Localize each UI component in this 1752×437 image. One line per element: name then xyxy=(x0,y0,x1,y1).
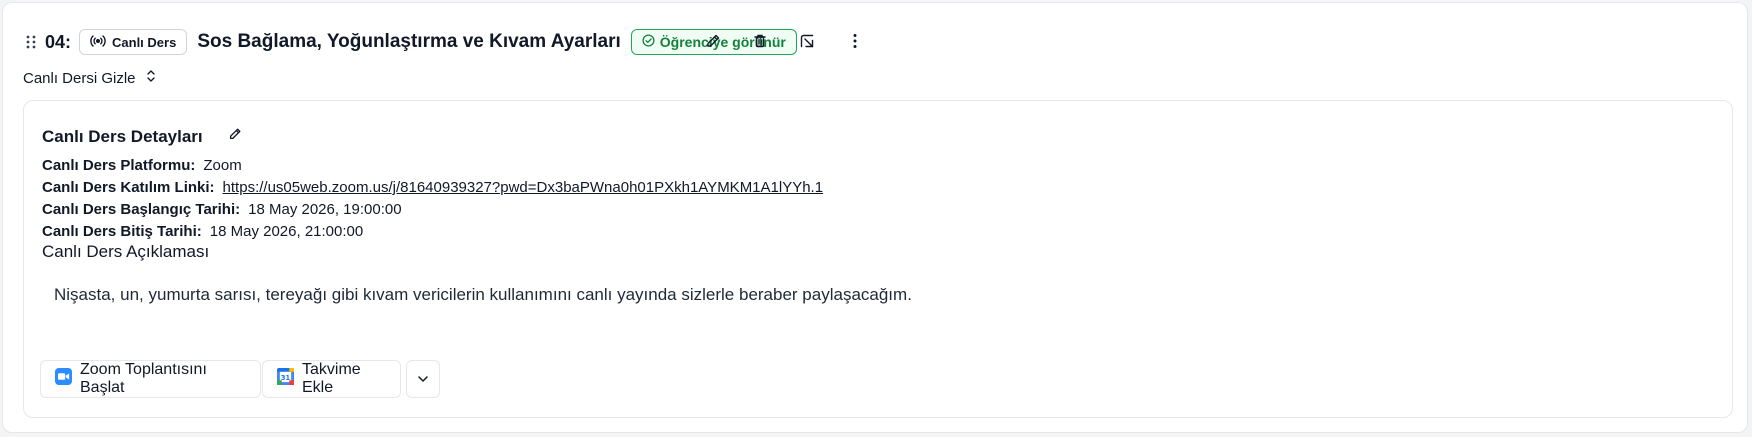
live-lesson-chip: Canlı Ders xyxy=(79,29,188,55)
zoom-icon xyxy=(55,368,72,390)
check-circle-icon xyxy=(642,34,655,50)
more-options-button[interactable] xyxy=(841,29,869,57)
end-date-value: 18 May 2026, 21:00:00 xyxy=(209,223,364,240)
delete-lesson-button[interactable] xyxy=(746,29,774,57)
description-text: Nişasta, un, yumurta sarısı, tereyağı gi… xyxy=(54,285,912,304)
end-date-label: Canlı Ders Bitiş Tarihi: xyxy=(42,223,202,240)
chevron-up-down-icon xyxy=(146,69,156,87)
edit-details-button[interactable] xyxy=(224,125,246,147)
add-to-calendar-button[interactable]: 31 Takvime Ekle xyxy=(262,360,401,398)
pencil-icon xyxy=(228,127,242,146)
toggle-label: Canlı Dersi Gizle xyxy=(23,69,136,87)
calendar-options-dropdown-button[interactable] xyxy=(406,360,440,398)
platform-label: Canlı Ders Platformu: xyxy=(42,157,196,174)
join-link[interactable]: https://us05web.zoom.us/j/81640939327?pw… xyxy=(223,179,824,196)
move-to-icon xyxy=(799,33,815,54)
start-date-row: Canlı Ders Başlangıç Tarihi: 18 May 2026,… xyxy=(42,201,402,218)
details-title: Canlı Ders Detayları xyxy=(42,127,203,146)
start-zoom-meeting-button[interactable]: Zoom Toplantısını Başlat xyxy=(40,360,261,398)
platform-row: Canlı Ders Platformu: Zoom xyxy=(42,157,242,174)
trash-icon xyxy=(752,33,768,54)
broadcast-icon xyxy=(90,34,106,51)
start-date-value: 18 May 2026, 19:00:00 xyxy=(248,201,402,218)
live-lesson-details-card: Canlı Ders Detayları Canlı Ders Platform… xyxy=(23,100,1733,418)
google-calendar-icon: 31 xyxy=(277,368,294,390)
join-link-label: Canlı Ders Katılım Linki: xyxy=(42,179,215,196)
live-chip-label: Canlı Ders xyxy=(112,34,177,50)
description-title: Canlı Ders Açıklaması xyxy=(42,242,210,261)
platform-value: Zoom xyxy=(203,157,242,174)
lesson-panel: 04: Canlı Ders Sos Bağlama, Yoğunlaştırm… xyxy=(2,2,1748,433)
lesson-title: Sos Bağlama, Yoğunlaştırma ve Kıvam Ayar… xyxy=(197,31,621,52)
drag-handle-icon[interactable] xyxy=(23,33,39,51)
add-to-calendar-label: Takvime Ekle xyxy=(302,361,361,396)
lesson-header: 04: Canlı Ders Sos Bağlama, Yoğunlaştırm… xyxy=(23,27,1023,57)
end-date-row: Canlı Ders Bitiş Tarihi: 18 May 2026, 21:… xyxy=(42,223,363,240)
edit-lesson-button[interactable] xyxy=(699,29,727,57)
lesson-number: 04: xyxy=(45,31,72,52)
start-zoom-label: Zoom Toplantısını Başlat xyxy=(80,361,207,396)
hide-live-lesson-toggle[interactable]: Canlı Dersi Gizle xyxy=(23,69,156,87)
join-link-row: Canlı Ders Katılım Linki: https://us05web… xyxy=(42,179,823,196)
more-vertical-icon xyxy=(852,33,858,54)
chevron-down-icon xyxy=(417,370,429,388)
pencil-icon xyxy=(705,33,721,54)
start-date-label: Canlı Ders Başlangıç Tarihi: xyxy=(42,201,241,218)
move-lesson-button[interactable] xyxy=(793,29,821,57)
svg-text:31: 31 xyxy=(281,374,291,382)
